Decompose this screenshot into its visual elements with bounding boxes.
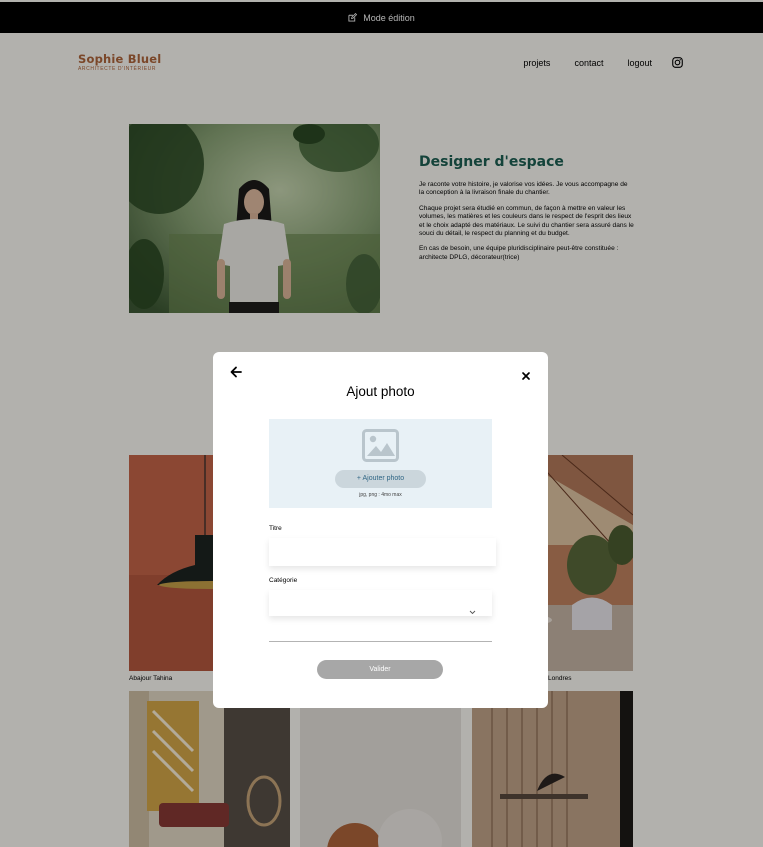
upload-hint: jpg, png : 4mo max — [359, 492, 402, 498]
submit-button[interactable]: Valider — [317, 660, 443, 679]
category-label: Catégorie — [269, 577, 298, 584]
add-photo-modal: Ajout photo + Ajouter photo jpg, png : 4… — [213, 352, 548, 708]
image-placeholder-icon — [362, 429, 399, 466]
modal-title: Ajout photo — [346, 384, 415, 399]
title-label: Titre — [269, 525, 282, 532]
close-icon[interactable] — [521, 366, 531, 380]
photo-upload-area[interactable]: + Ajouter photo jpg, png : 4mo max — [269, 419, 492, 508]
divider — [269, 641, 492, 642]
arrow-left-icon[interactable] — [229, 364, 243, 378]
title-input[interactable] — [269, 538, 496, 566]
category-select[interactable] — [269, 590, 492, 616]
chevron-down-icon — [469, 600, 476, 619]
add-photo-button[interactable]: + Ajouter photo — [335, 470, 426, 488]
